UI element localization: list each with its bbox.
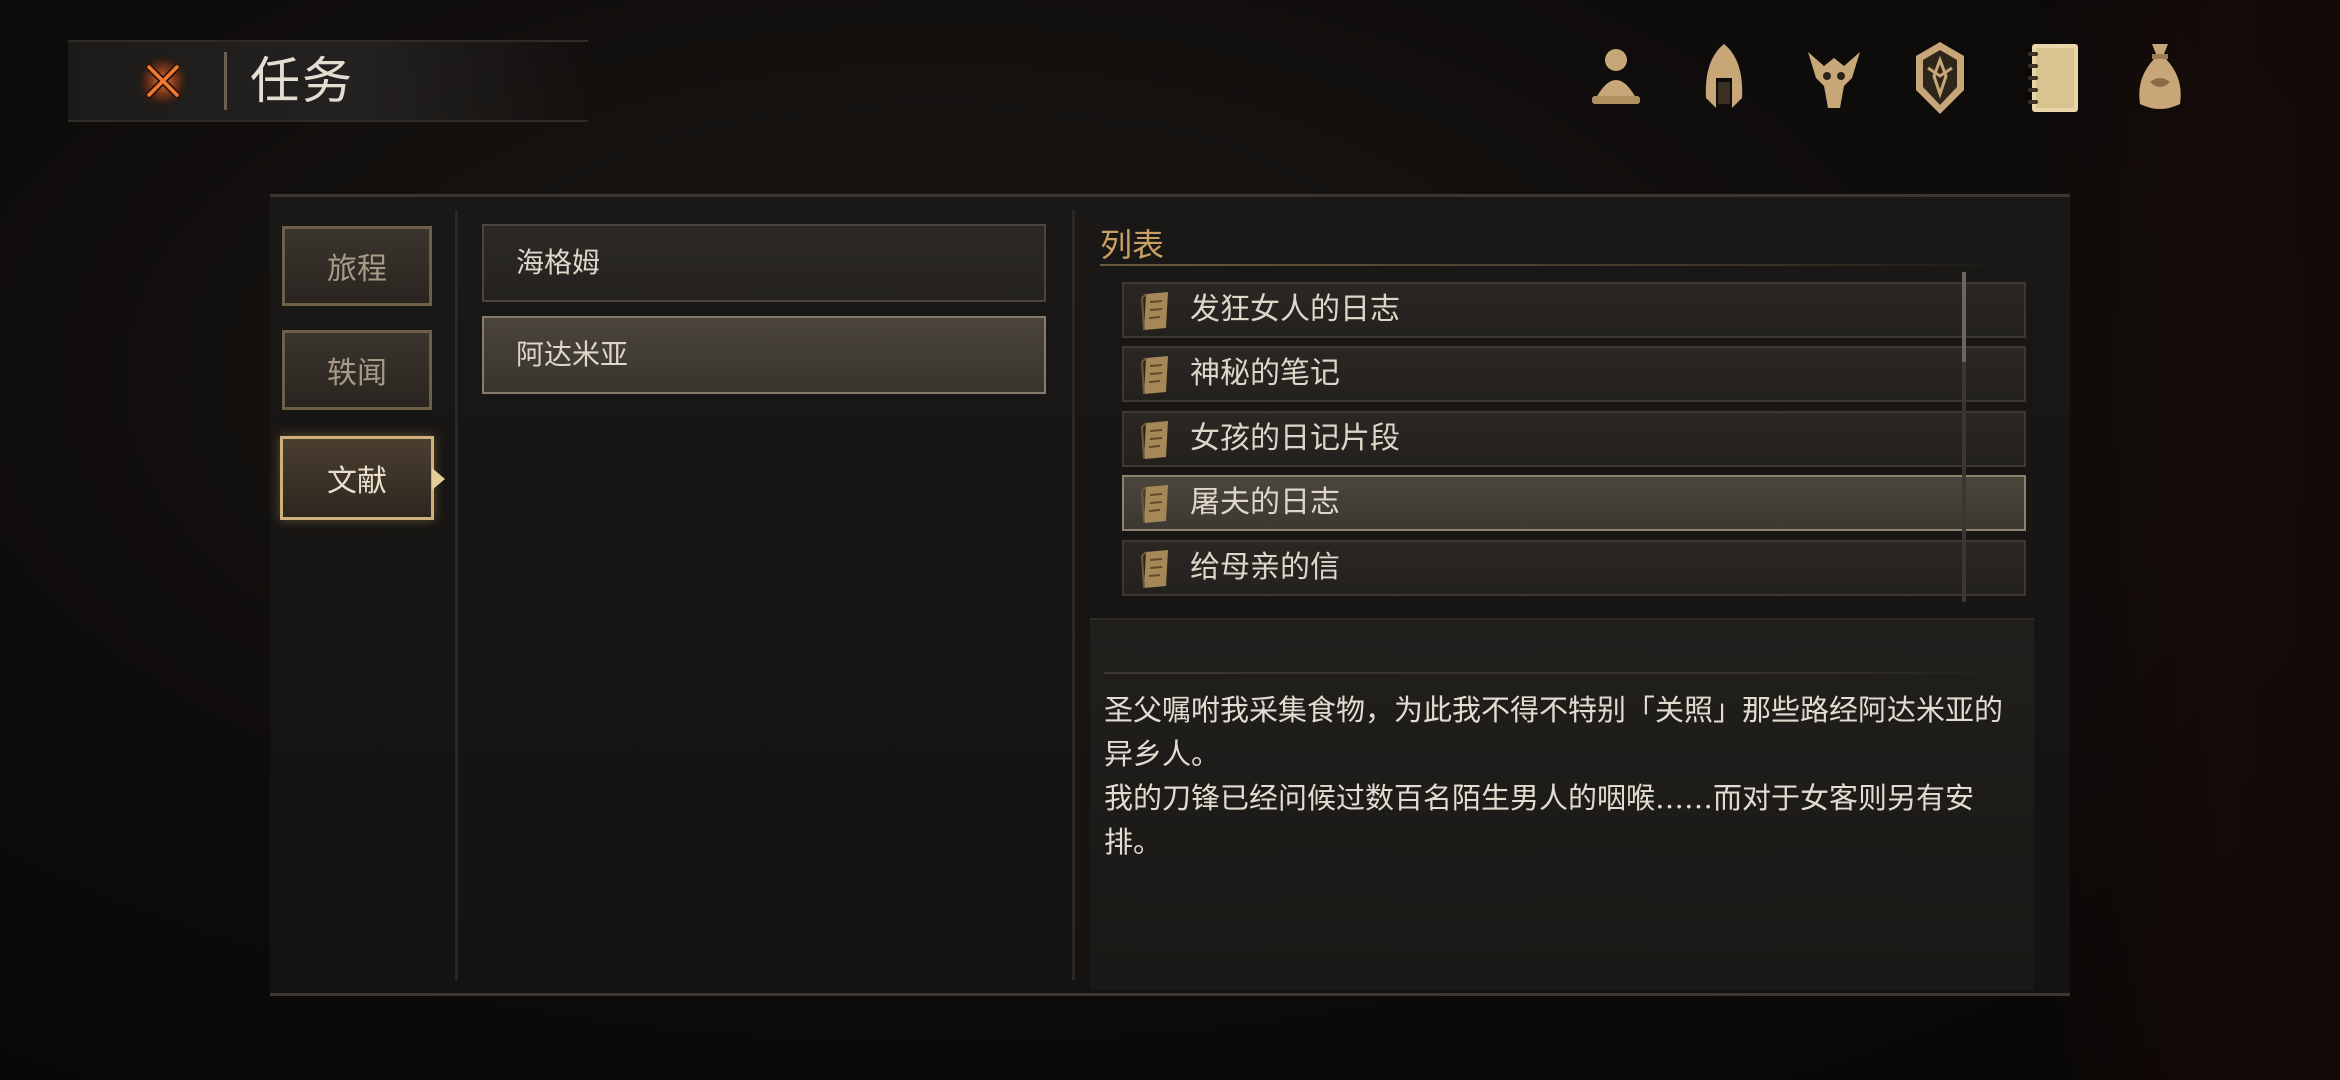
scroll-icon [1140, 550, 1168, 589]
crest-shield-icon [1916, 42, 1964, 114]
document-list-scrollbar[interactable] [1962, 272, 1966, 602]
document-item[interactable]: 给母亲的信 [1122, 540, 2026, 596]
nav-character[interactable] [1580, 38, 1652, 118]
character-icon [1592, 49, 1640, 104]
category-label: 旅程 [327, 252, 387, 287]
location-item-adamia[interactable]: 阿达米亚 [482, 316, 1046, 394]
scroll-icon [1140, 421, 1168, 460]
beast-skull-icon [1808, 52, 1860, 108]
document-label: 女孩的日记片段 [1190, 421, 1400, 456]
title-separator [224, 52, 227, 110]
document-label: 屠夫的日志 [1190, 485, 1340, 520]
close-button[interactable] [132, 50, 194, 112]
document-detail-panel: 圣父嘱咐我采集食物，为此我不得不特别「关照」那些路经阿达米亚的异乡人。 我的刀锋… [1090, 618, 2034, 990]
detail-divider [1104, 672, 2004, 674]
document-label: 发狂女人的日志 [1190, 292, 1400, 327]
document-list: 发狂女人的日志 神秘的笔记 女孩的日记片段 屠夫的日志 给母亲的信 [1122, 282, 2032, 612]
document-item-selected[interactable]: 屠夫的日志 [1122, 475, 2026, 531]
top-nav [1580, 38, 2200, 118]
document-body-text: 圣父嘱咐我采集食物，为此我不得不特别「关照」那些路经阿达米亚的异乡人。 我的刀锋… [1104, 693, 2004, 859]
document-item[interactable]: 女孩的日记片段 [1122, 411, 2026, 467]
scroll-icon [1140, 485, 1168, 524]
journal-icon [2028, 44, 2078, 112]
scroll-icon [1140, 356, 1168, 395]
category-column: 旅程 轶闻 文献 [270, 200, 455, 986]
category-documents-button[interactable]: 文献 [280, 436, 445, 520]
column-divider [455, 210, 458, 980]
document-label: 神秘的笔记 [1190, 356, 1340, 391]
location-label: 阿达米亚 [516, 338, 629, 371]
category-label: 文献 [327, 464, 387, 499]
nav-faction[interactable] [1904, 38, 1976, 118]
column-divider [1072, 210, 1075, 980]
document-item[interactable]: 神秘的笔记 [1122, 346, 2026, 402]
helmet-icon [1705, 44, 1743, 108]
scroll-icon [1140, 292, 1168, 331]
list-header-divider [1100, 264, 2010, 266]
location-label: 海格姆 [516, 246, 601, 279]
list-header: 列表 [1100, 226, 1165, 264]
nav-equipment[interactable] [1688, 38, 1760, 118]
scrollbar-thumb[interactable] [1962, 272, 1966, 362]
location-column: 海格姆 阿达米亚 [478, 220, 1050, 980]
nav-journal[interactable] [2018, 38, 2090, 118]
category-label: 轶闻 [327, 356, 387, 391]
nav-bestiary[interactable] [1798, 38, 1870, 118]
document-label: 给母亲的信 [1190, 550, 1340, 585]
selected-arrow-icon [432, 468, 445, 490]
location-item-heigem[interactable]: 海格姆 [482, 224, 1046, 302]
category-anecdotes-button[interactable]: 轶闻 [282, 330, 432, 410]
document-item[interactable]: 发狂女人的日志 [1122, 282, 2026, 338]
title-bar: 任务 [68, 40, 588, 122]
close-x-icon [135, 53, 191, 109]
category-journey-button[interactable]: 旅程 [282, 226, 432, 306]
nav-inventory[interactable] [2124, 38, 2196, 118]
page-title: 任务 [250, 52, 354, 110]
background-vignette [2040, 0, 2340, 1080]
loot-bag-icon [2139, 44, 2181, 109]
